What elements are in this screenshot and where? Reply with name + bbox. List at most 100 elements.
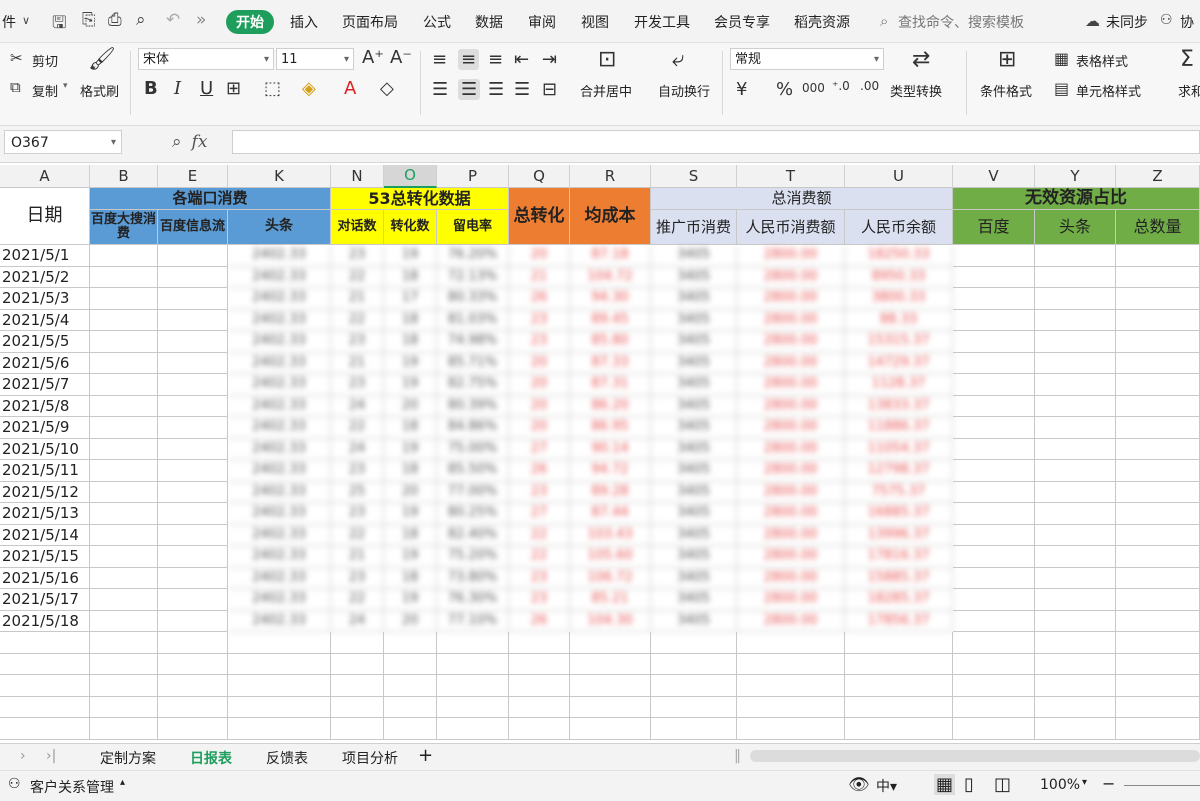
cell-y[interactable] (1035, 718, 1116, 740)
cell-y[interactable] (1035, 567, 1116, 589)
save-icon[interactable]: 🖫 (52, 10, 66, 39)
cell-q[interactable]: 27 (509, 438, 570, 460)
cell-t[interactable]: 2800.00 (737, 589, 845, 611)
normal-view-icon[interactable]: ▦ (934, 774, 956, 795)
cell-r[interactable]: 106.72 (570, 567, 651, 589)
cell-t[interactable] (737, 718, 845, 740)
cell-t[interactable]: 2800.00 (737, 288, 845, 310)
cell-e[interactable] (158, 288, 228, 310)
cell-e[interactable] (158, 309, 228, 331)
cell-o[interactable]: 19 (384, 352, 437, 374)
cell-p[interactable]: 85.50% (437, 460, 509, 482)
cell-r[interactable]: 104.72 (570, 266, 651, 288)
cell-date[interactable]: 2021/5/5 (0, 331, 90, 353)
cell-y[interactable] (1035, 331, 1116, 353)
group-header-53[interactable]: 53总转化数据 (331, 188, 509, 210)
prev-sheet-icon[interactable]: › (20, 748, 26, 764)
cell-v[interactable] (953, 331, 1035, 353)
align-bottom-icon[interactable]: ≡ (488, 49, 503, 70)
cell-z[interactable] (1116, 331, 1200, 353)
copy-button[interactable]: 复制 (32, 81, 58, 100)
cell-y[interactable] (1035, 632, 1116, 654)
cell-date[interactable]: 2021/5/2 (0, 266, 90, 288)
cell-q[interactable]: 23 (509, 309, 570, 331)
cell-k[interactable]: 2402.33 (228, 481, 331, 503)
conditional-format-button[interactable]: 条件格式 (980, 81, 1032, 100)
align-middle-icon[interactable]: ≡ (458, 49, 480, 70)
cell-q[interactable]: 26 (509, 610, 570, 632)
tab-data[interactable]: 数据 (475, 12, 503, 32)
cell-date[interactable] (0, 653, 90, 675)
italic-icon[interactable]: I (174, 78, 181, 99)
sync-status[interactable]: 未同步 (1106, 12, 1148, 32)
type-convert-button[interactable]: 类型转换 (890, 81, 942, 100)
scissors-icon[interactable]: ✂ (10, 49, 23, 67)
cell-n[interactable]: 23 (331, 460, 384, 482)
cell-n[interactable]: 24 (331, 438, 384, 460)
cell-n[interactable] (331, 696, 384, 718)
cell-u[interactable]: 7575.37 (845, 481, 953, 503)
cell-s[interactable] (651, 696, 737, 718)
cell-n[interactable] (331, 653, 384, 675)
cell-date[interactable]: 2021/5/14 (0, 524, 90, 546)
cell-y[interactable] (1035, 589, 1116, 611)
cell-s[interactable] (651, 675, 737, 697)
cell-z[interactable] (1116, 675, 1200, 697)
fill-color-icon[interactable]: ◈ (302, 78, 316, 99)
cell-q[interactable]: 20 (509, 417, 570, 439)
cell-date[interactable] (0, 675, 90, 697)
cell-p[interactable]: 75.20% (437, 546, 509, 568)
header-retention[interactable]: 留电率 (437, 210, 509, 245)
cell-date[interactable]: 2021/5/18 (0, 610, 90, 632)
column-header-n[interactable]: N (331, 165, 384, 188)
cell-s[interactable]: 3405 (651, 288, 737, 310)
command-search[interactable]: 查找命令、搜索模板 (898, 12, 1024, 32)
column-header-a[interactable]: A (0, 165, 90, 188)
cell-z[interactable] (1116, 309, 1200, 331)
undo-icon[interactable]: ↶ (166, 10, 180, 30)
header-baidu-feed[interactable]: 百度信息流 (158, 210, 228, 245)
cell-t[interactable]: 2800.00 (737, 395, 845, 417)
zoom-formula-icon[interactable]: ⌕ (172, 132, 182, 152)
cell-e[interactable] (158, 675, 228, 697)
cell-b[interactable] (90, 395, 158, 417)
cell-b[interactable] (90, 653, 158, 675)
cell-o[interactable]: 18 (384, 460, 437, 482)
cell-u[interactable]: 12798.37 (845, 460, 953, 482)
cell-e[interactable] (158, 352, 228, 374)
cell-s[interactable]: 3405 (651, 546, 737, 568)
cell-q[interactable]: 23 (509, 481, 570, 503)
header-invalid-total[interactable]: 总数量 (1116, 210, 1200, 245)
column-header-y[interactable]: Y (1035, 165, 1116, 188)
cell-k[interactable]: 2402.33 (228, 589, 331, 611)
cell-u[interactable]: 13996.37 (845, 524, 953, 546)
cell-style-button[interactable]: 单元格样式 (1076, 81, 1141, 100)
cell-b[interactable] (90, 718, 158, 740)
cell-s[interactable]: 3405 (651, 352, 737, 374)
cell-b[interactable] (90, 374, 158, 396)
cell-z[interactable] (1116, 696, 1200, 718)
cell-t[interactable]: 2800.00 (737, 524, 845, 546)
cell-o[interactable]: 18 (384, 567, 437, 589)
cell-t[interactable] (737, 675, 845, 697)
cell-e[interactable] (158, 589, 228, 611)
cell-o[interactable]: 17 (384, 288, 437, 310)
more-icon[interactable]: » (196, 10, 206, 30)
cell-k[interactable] (228, 632, 331, 654)
column-header-o[interactable]: O (384, 165, 437, 188)
cell-v[interactable] (953, 481, 1035, 503)
cell-k[interactable] (228, 675, 331, 697)
cell-e[interactable] (158, 481, 228, 503)
cell-v[interactable] (953, 438, 1035, 460)
cell-r[interactable]: 86.95 (570, 417, 651, 439)
cell-o[interactable] (384, 675, 437, 697)
align-center-icon[interactable]: ☰ (458, 79, 481, 100)
cell-u[interactable]: 3800.33 (845, 288, 953, 310)
format-painter-icon[interactable]: 🖌 (88, 47, 116, 72)
input-method-icon[interactable]: 中▾ (876, 776, 897, 796)
cell-z[interactable] (1116, 438, 1200, 460)
cell-o[interactable]: 19 (384, 374, 437, 396)
cell-k[interactable]: 2402.33 (228, 352, 331, 374)
cell-q[interactable]: 20 (509, 374, 570, 396)
table-style-button[interactable]: 表格样式 (1076, 51, 1128, 70)
